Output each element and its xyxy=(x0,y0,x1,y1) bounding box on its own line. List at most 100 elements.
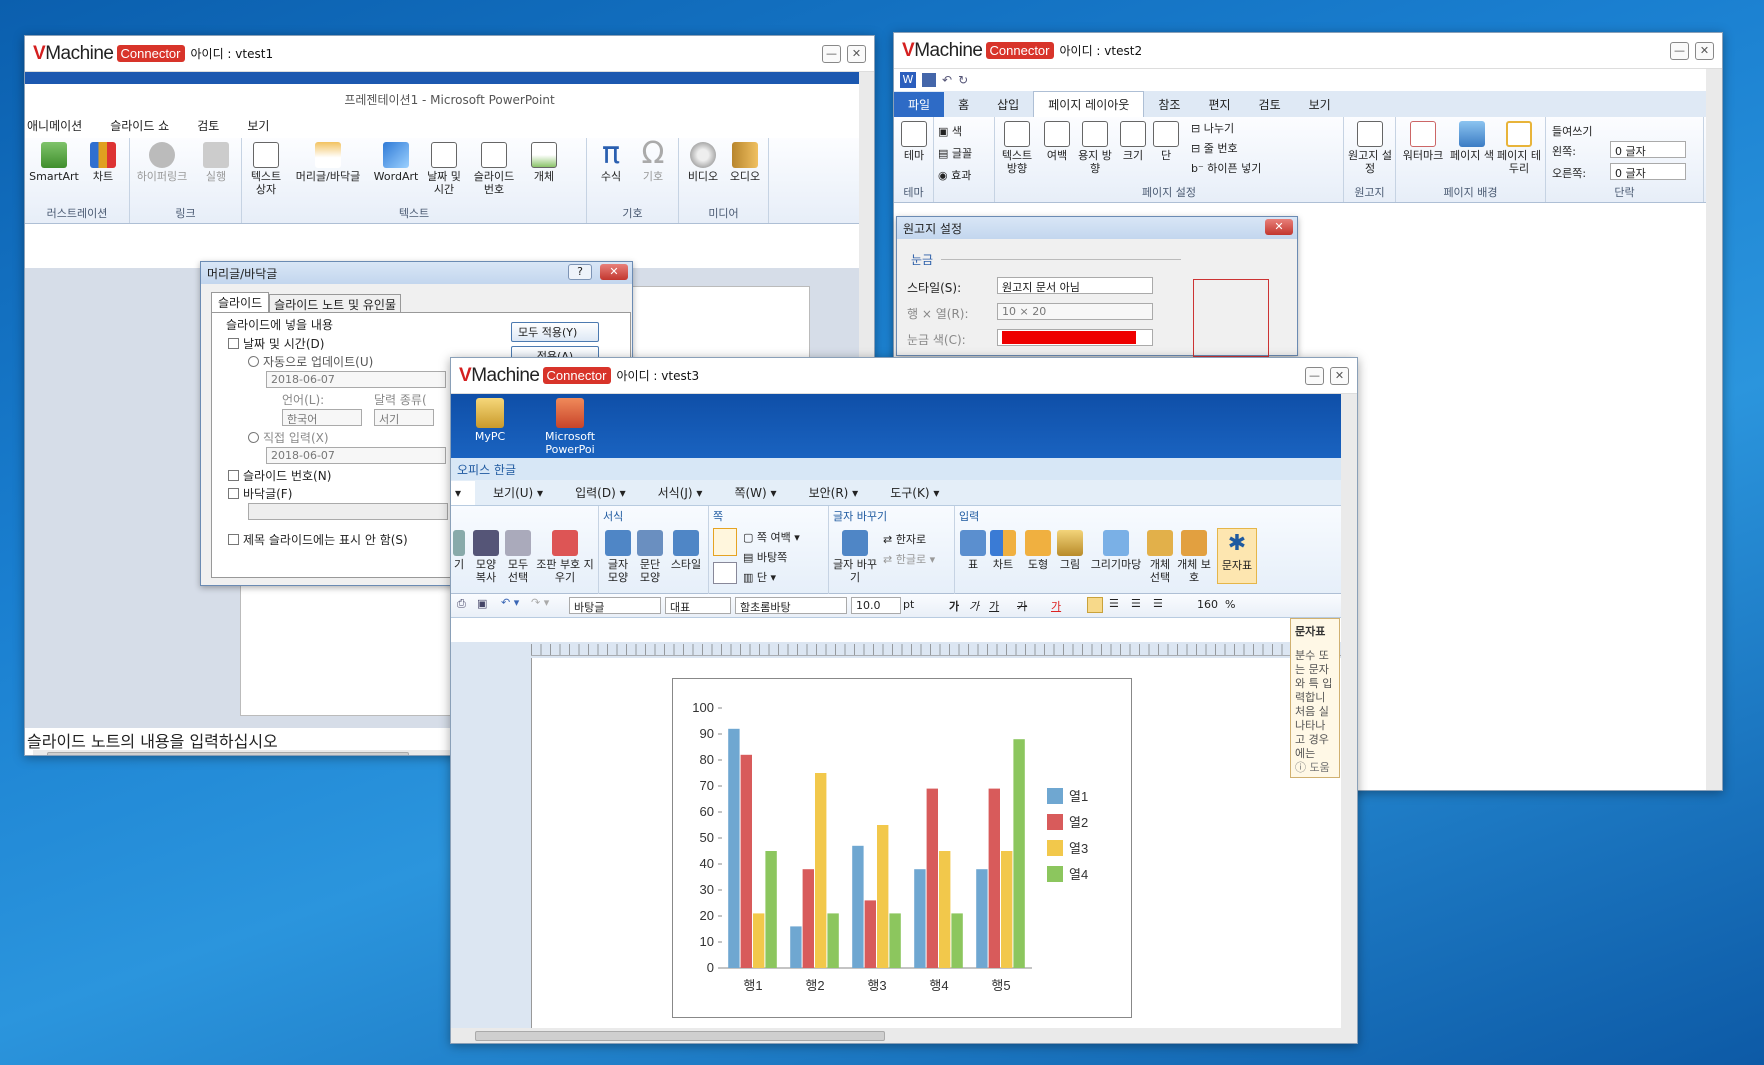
tab-insert[interactable]: 삽입 xyxy=(983,92,1033,117)
hyperlink-button[interactable]: 하이퍼링크 xyxy=(134,142,190,183)
tab-review[interactable]: 검토 xyxy=(1245,92,1295,117)
para-shape-button[interactable]: 문단 모양 xyxy=(635,530,665,584)
menu-security[interactable]: 보안(R) ▾ xyxy=(795,480,873,505)
undo-icon[interactable]: ↶ ▾ xyxy=(501,596,519,609)
style-button[interactable]: 스타일 xyxy=(669,530,703,571)
tab-slideshow[interactable]: 슬라이드 쇼 xyxy=(96,113,183,138)
font-size-input[interactable]: 10.0 xyxy=(851,597,901,614)
ruler[interactable] xyxy=(531,644,1341,656)
align-right-icon[interactable]: ☰ xyxy=(1153,597,1163,610)
line-numbers-button[interactable]: ⊟ 줄 번호 xyxy=(1191,139,1261,159)
auto-update-radio[interactable]: 자동으로 업데이트(U) xyxy=(248,353,373,370)
horizontal-scrollbar[interactable] xyxy=(451,1028,1341,1043)
strikethrough-button[interactable]: 가 xyxy=(1017,598,1027,614)
audio-button[interactable]: 오디오 xyxy=(725,142,765,183)
date-field-2[interactable]: 2018-06-07 xyxy=(266,447,446,464)
close-button[interactable]: ✕ xyxy=(847,45,866,63)
drawing-button[interactable]: 그리기마당 xyxy=(1087,530,1145,571)
text-direction-button[interactable]: 텍스트 방향 xyxy=(997,121,1037,175)
minimize-button[interactable]: — xyxy=(1305,367,1324,385)
shape-copy-button[interactable]: 모양 복사 xyxy=(471,530,501,584)
background-page-button[interactable]: ▤ 바탕쪽 xyxy=(743,548,800,568)
menu-format[interactable]: 서식(J) ▾ xyxy=(644,480,717,505)
close-button[interactable]: ✕ xyxy=(1695,42,1714,60)
tab-home[interactable]: 홈 xyxy=(944,92,983,117)
font-dropdown[interactable]: 함초롬바탕 xyxy=(735,597,847,614)
word-icon[interactable]: W xyxy=(900,72,916,88)
window-title-bar[interactable]: VMachine Connector 아이디 : vtest3 — ✕ xyxy=(451,358,1357,394)
char-shape-button[interactable]: 글자 모양 xyxy=(603,530,633,584)
menu-insert[interactable]: 입력(D) ▾ xyxy=(561,480,640,505)
footer-text-field[interactable] xyxy=(248,503,448,520)
language-dropdown[interactable]: 대표 xyxy=(665,597,731,614)
date-dropdown-1[interactable]: 2018-06-07 xyxy=(266,371,446,388)
calendar-dropdown[interactable]: 서기 xyxy=(374,409,434,426)
page-icon[interactable] xyxy=(713,528,737,556)
vertical-scrollbar[interactable] xyxy=(1341,394,1357,1043)
column-button[interactable]: ▥ 단 ▾ xyxy=(743,568,800,588)
gi-button[interactable]: 기 xyxy=(451,530,467,571)
tab-references[interactable]: 참조 xyxy=(1144,92,1194,117)
action-button[interactable]: 실행 xyxy=(196,142,236,183)
effect-button[interactable]: ◉ 효과 xyxy=(938,165,972,187)
column-chart[interactable]: 0 10 20 30 40 50 60 70 80 90 100 행1 행2 행3 행4 행5 열1 열2 열3 열4 xyxy=(672,678,1132,1018)
menu-page[interactable]: 쪽(W) ▾ xyxy=(720,480,790,505)
tab-animation[interactable]: 애니메이션 xyxy=(25,113,96,138)
smartart-button[interactable]: SmartArt xyxy=(29,142,79,183)
print-icon[interactable]: ⎙ xyxy=(457,597,466,611)
shape-button[interactable]: 도형 xyxy=(1023,530,1053,571)
apply-all-button[interactable]: 모두 적용(Y) xyxy=(511,322,599,342)
select-all-button[interactable]: 모두 선택 xyxy=(503,530,533,584)
menu-tools[interactable]: 도구(K) ▾ xyxy=(876,480,953,505)
redo-icon[interactable]: ↻ xyxy=(958,73,968,87)
underline-button[interactable]: 가 xyxy=(989,598,999,614)
align-left-icon[interactable]: ☰ xyxy=(1109,597,1119,610)
header-footer-button[interactable]: 머리글/바닥글 xyxy=(290,142,366,183)
chart-button[interactable]: 차트 xyxy=(989,530,1017,571)
menu-left-arrow[interactable]: ▾ xyxy=(451,481,475,505)
desktop-icon-powerpoint[interactable]: Microsoft PowerPoi xyxy=(535,398,605,456)
minimize-button[interactable]: — xyxy=(1670,42,1689,60)
tab-mailings[interactable]: 편지 xyxy=(1194,92,1244,117)
align-justify-icon[interactable] xyxy=(1087,597,1103,613)
tooltip-help[interactable]: ⓘ 도움 xyxy=(1295,759,1330,775)
close-button[interactable]: ✕ xyxy=(1330,367,1349,385)
font-color-button[interactable]: 가 xyxy=(1051,598,1061,614)
undo-icon[interactable]: ↶ xyxy=(942,73,952,87)
tab-file[interactable]: 파일 xyxy=(894,92,945,117)
window-title-bar[interactable]: VMachine Connector 아이디 : vtest2 — ✕ xyxy=(894,33,1722,69)
textbox-button[interactable]: 텍스트 상자 xyxy=(246,142,286,196)
desktop-icon-mypc[interactable]: MyPC xyxy=(465,398,515,443)
symbol-button[interactable]: Ω 기호 xyxy=(635,138,671,184)
margin-button[interactable]: 여백 xyxy=(1039,121,1075,162)
document-page[interactable]: 0 10 20 30 40 50 60 70 80 90 100 행1 행2 행3 행4 행5 열1 열2 열3 열4 xyxy=(531,658,1341,1028)
align-center-icon[interactable]: ☰ xyxy=(1131,597,1141,610)
preview-icon[interactable]: ▣ xyxy=(477,597,487,610)
zoom-value[interactable]: 160 xyxy=(1197,598,1218,611)
equation-button[interactable]: π 수식 xyxy=(593,138,629,184)
color-button[interactable]: ▣ 색 xyxy=(938,121,972,143)
tab-view[interactable]: 보기 xyxy=(1295,92,1345,117)
table-button[interactable]: 표 xyxy=(959,530,987,571)
style-dropdown[interactable]: 바탕글 xyxy=(569,597,661,614)
tab-review[interactable]: 검토 xyxy=(183,113,233,138)
italic-button[interactable]: 가 xyxy=(969,598,979,614)
scroll-thumb[interactable] xyxy=(475,1031,885,1041)
datetime-checkbox[interactable]: 날짜 및 시간(D) xyxy=(228,335,324,352)
size-button[interactable]: 크기 xyxy=(1115,121,1151,162)
tab-view[interactable]: 보기 xyxy=(233,113,283,138)
rowcol-dropdown[interactable]: 10 × 20 xyxy=(997,303,1153,320)
picture-button[interactable]: 그림 xyxy=(1055,530,1085,571)
object-select-button[interactable]: 개체 선택 xyxy=(1145,530,1175,584)
close-button[interactable]: ✕ xyxy=(1265,219,1293,235)
to-hangul-button[interactable]: ⇄ 한글로 ▾ xyxy=(883,550,935,570)
theme-button[interactable]: 테마 xyxy=(898,121,930,162)
indent-right-input[interactable]: 0 글자 xyxy=(1610,163,1686,180)
dialog-title-bar[interactable]: 머리글/바닥글 ? ✕ xyxy=(201,262,632,284)
video-button[interactable]: 비디오 xyxy=(683,142,723,183)
grid-color-dropdown[interactable] xyxy=(997,329,1153,346)
watermark-button[interactable]: 워터마크 xyxy=(1398,121,1448,162)
vertical-scrollbar[interactable] xyxy=(1706,69,1722,790)
wordart-button[interactable]: WordArt xyxy=(370,142,422,183)
window-title-bar[interactable]: VMachine Connector 아이디 : vtest1 — ✕ xyxy=(25,36,874,72)
